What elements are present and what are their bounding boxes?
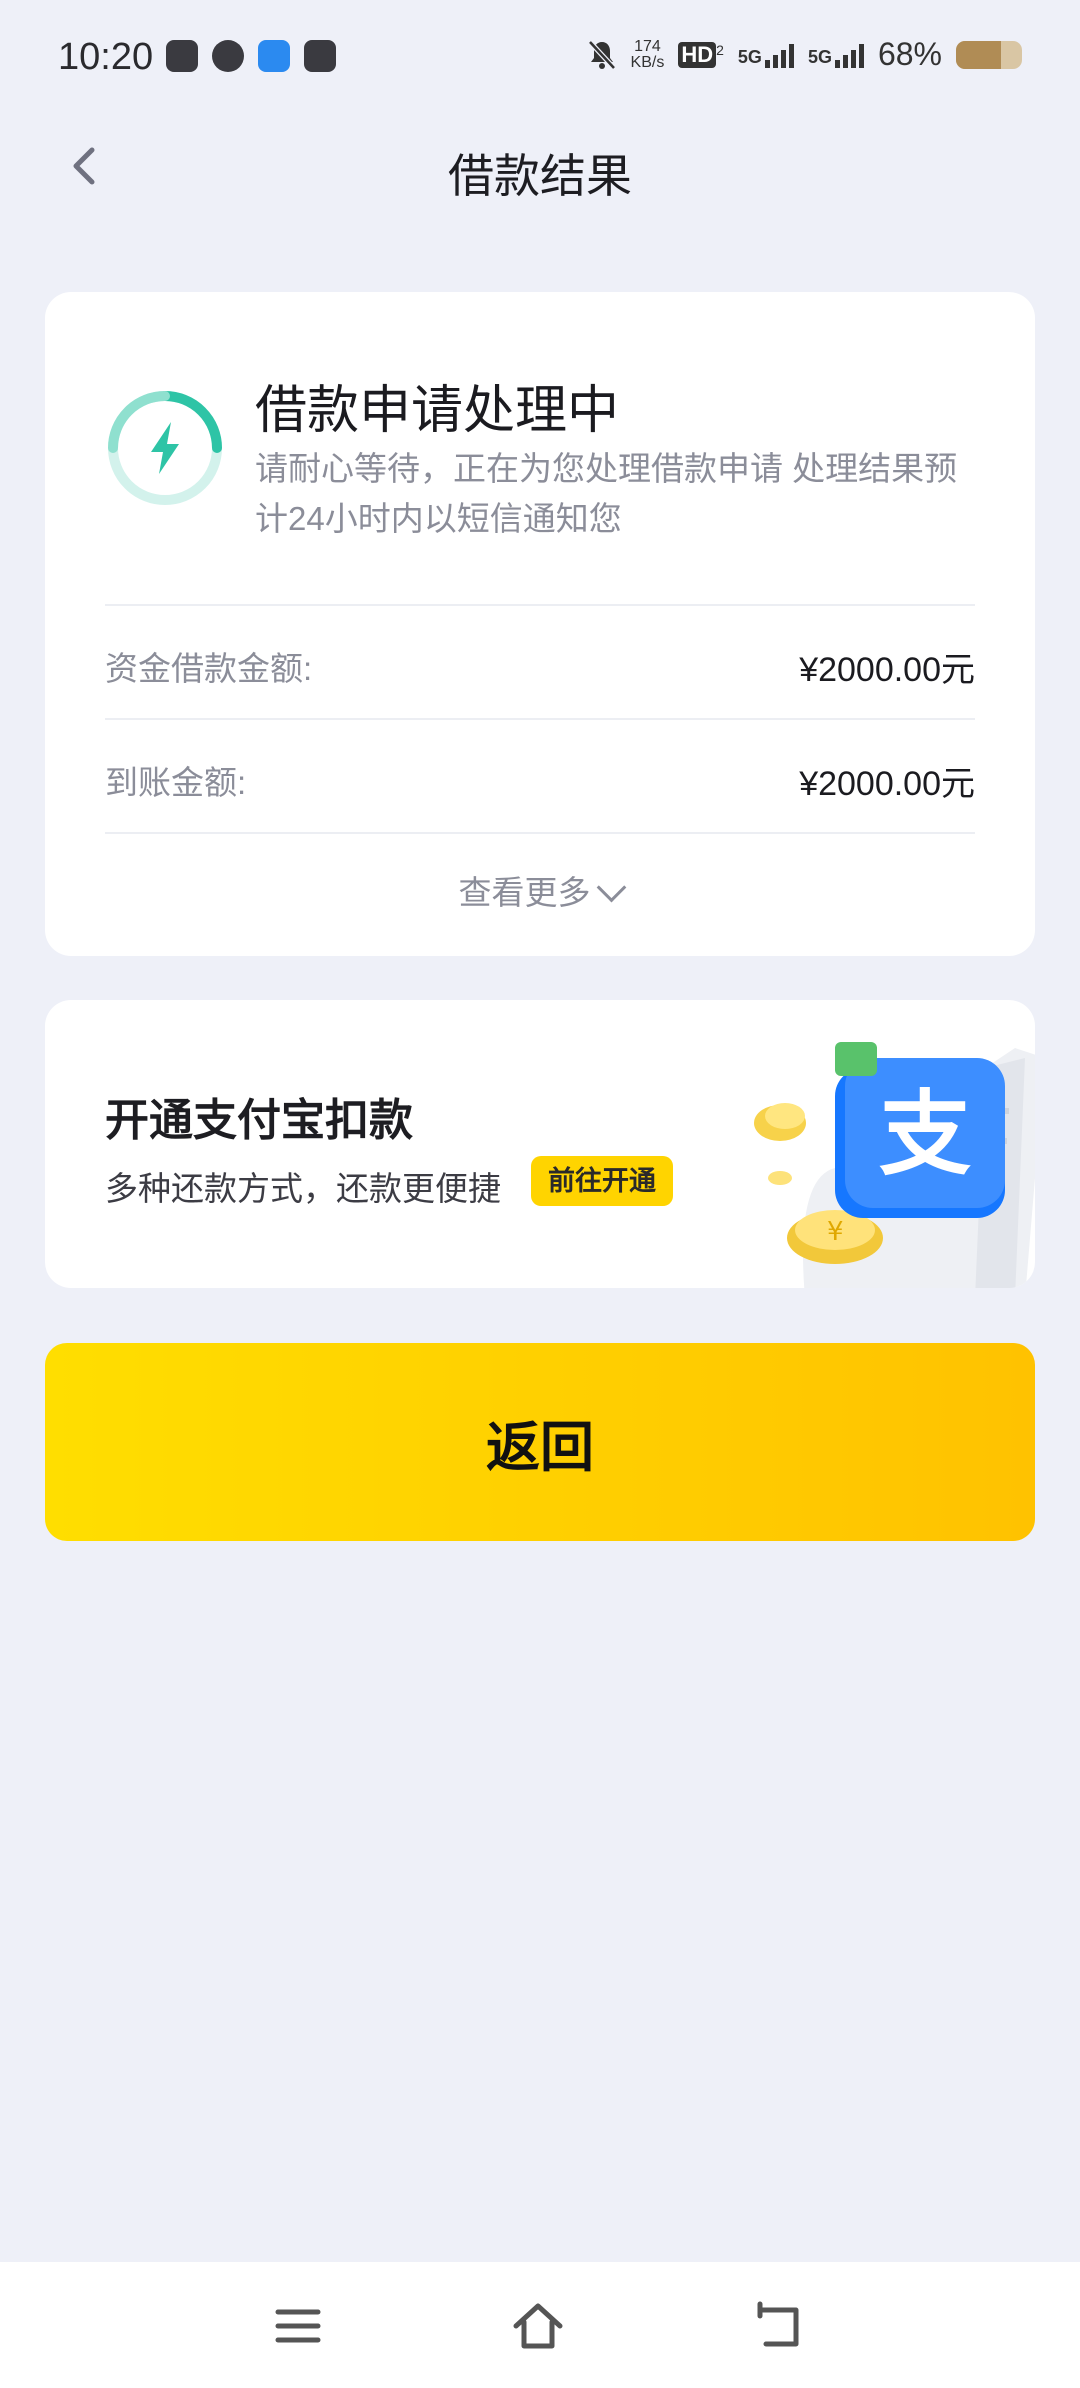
svg-text:¥: ¥ xyxy=(827,1217,844,1247)
signal-bars-icon xyxy=(834,42,864,68)
divider xyxy=(105,718,975,720)
system-nav-bar xyxy=(0,2262,1080,2388)
view-more-label: 查看更多 xyxy=(458,874,591,911)
alipay-illustration-icon: ¥ 支 xyxy=(754,1042,1035,1288)
signal-sim2: 5G xyxy=(808,42,864,68)
battery-icon xyxy=(956,40,1022,69)
signal-bars-icon xyxy=(764,42,794,68)
detail-row-loan-amount: 资金借款金额: ¥2000.00元 xyxy=(105,636,975,696)
loan-status-card: 借款申请处理中 请耐心等待，正在为您处理借款申请 处理结果预计24小时内以短信通… xyxy=(45,292,1035,956)
system-indicators: 174 KB/s HD 2 5G 5G 68% xyxy=(587,36,1022,73)
detail-row-received-amount: 到账金额: ¥2000.00元 xyxy=(105,750,975,810)
promo-subtitle: 多种还款方式，还款更便捷 xyxy=(105,1170,501,1207)
promo-title: 开通支付宝扣款 xyxy=(105,1096,413,1145)
play-notification-icon xyxy=(304,40,336,72)
mail-notification-icon xyxy=(166,40,198,72)
status-time: 10:20 xyxy=(58,36,154,78)
detail-label: 资金借款金额: xyxy=(105,650,313,687)
signal-sim1: 5G xyxy=(738,42,794,68)
chevron-down-icon xyxy=(596,872,626,903)
view-more-button[interactable]: 查看更多 xyxy=(45,866,1035,914)
detail-value: ¥2000.00元 xyxy=(799,650,975,689)
hd-indicator: HD 2 xyxy=(678,41,724,68)
status-bar: 10:20 174 KB/s HD 2 5G 5G 68% xyxy=(0,0,1080,120)
processing-bolt-icon xyxy=(108,391,222,505)
open-alipay-button[interactable]: 前往开通 xyxy=(531,1156,673,1206)
home-icon[interactable] xyxy=(512,2300,564,2352)
battery-percent: 68% xyxy=(877,36,942,72)
app-notification-icon xyxy=(212,40,244,72)
status-description: 请耐心等待，正在为您处理借款申请 处理结果预计24小时内以短信通知您 xyxy=(255,450,958,537)
detail-value: ¥2000.00元 xyxy=(799,764,975,803)
net-speed: 174 KB/s xyxy=(630,37,665,71)
detail-label: 到账金额: xyxy=(105,764,247,801)
divider xyxy=(105,604,975,606)
mute-bell-icon xyxy=(587,39,616,70)
page-title: 借款结果 xyxy=(448,150,632,202)
return-button[interactable]: 返回 xyxy=(45,1343,1035,1541)
status-title: 借款申请处理中 xyxy=(255,382,620,440)
nav-bar: 借款结果 xyxy=(0,120,1080,210)
divider xyxy=(105,832,975,834)
battery-fill xyxy=(956,40,1001,69)
back-icon[interactable] xyxy=(752,2300,804,2352)
notification-icons xyxy=(166,40,336,72)
send-notification-icon xyxy=(258,40,290,72)
menu-icon[interactable] xyxy=(272,2300,324,2352)
alipay-logo-char: 支 xyxy=(879,1081,971,1188)
alipay-promo-card[interactable]: 开通支付宝扣款 多种还款方式，还款更便捷 前往开通 ¥ 支 xyxy=(45,1000,1035,1288)
